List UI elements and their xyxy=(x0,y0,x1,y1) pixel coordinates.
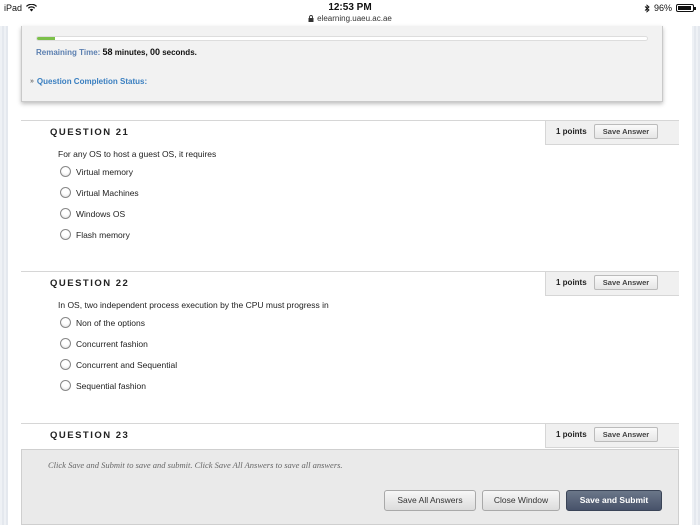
question-points: 1 points xyxy=(556,430,587,439)
question-block: QUESTION 21 1 points Save Answer For any… xyxy=(21,120,679,260)
answer-option[interactable]: Concurrent and Sequential xyxy=(60,359,177,370)
url-text: elearning.uaeu.ac.ae xyxy=(317,14,392,23)
time-progress-bar xyxy=(36,36,648,41)
save-answer-button[interactable]: Save Answer xyxy=(594,275,658,290)
save-answer-button[interactable]: Save Answer xyxy=(594,124,658,139)
radio-button[interactable] xyxy=(60,359,71,370)
radio-button[interactable] xyxy=(60,208,71,219)
option-label: Concurrent fashion xyxy=(76,338,148,349)
question-points: 1 points xyxy=(556,278,587,287)
save-and-submit-button[interactable]: Save and Submit xyxy=(566,490,662,511)
double-chevron-down-icon: » xyxy=(30,78,34,85)
question-points: 1 points xyxy=(556,127,587,136)
option-label: Windows OS xyxy=(76,208,126,219)
question-header: QUESTION 22 1 points Save Answer xyxy=(21,271,679,296)
question-title: QUESTION 22 xyxy=(50,278,130,289)
footer-instructions: Click Save and Submit to save and submit… xyxy=(48,460,343,470)
radio-button[interactable] xyxy=(60,380,71,391)
question-block: QUESTION 22 1 points Save Answer In OS, … xyxy=(21,271,679,411)
lock-icon xyxy=(308,15,314,22)
minutes-label: minutes, xyxy=(114,48,148,57)
save-all-answers-button[interactable]: Save All Answers xyxy=(384,490,476,511)
option-label: Flash memory xyxy=(76,229,130,240)
option-label: Virtual memory xyxy=(76,166,133,177)
time-progress-fill xyxy=(37,37,56,40)
question-header: QUESTION 23 1 points Save Answer xyxy=(21,423,679,448)
option-label: Virtual Machines xyxy=(76,187,139,198)
battery-percent: 96% xyxy=(653,3,672,13)
completion-status-toggle[interactable]: » Question Completion Status: xyxy=(30,77,147,86)
ios-status-bar: iPad 12:53 PM elearning.uaeu.ac.ae 96% xyxy=(0,0,700,26)
question-title: QUESTION 21 xyxy=(50,127,130,138)
question-text: In OS, two independent process execution… xyxy=(58,300,329,310)
status-right: 96% xyxy=(644,3,696,13)
points-box: 1 points Save Answer xyxy=(545,424,679,448)
completion-status-label: Question Completion Status: xyxy=(36,77,148,86)
answer-option[interactable]: Virtual Machines xyxy=(60,187,139,198)
option-label: Non of the options xyxy=(76,317,145,328)
radio-button[interactable] xyxy=(60,338,71,349)
radio-button[interactable] xyxy=(60,229,71,240)
answer-option[interactable]: Flash memory xyxy=(60,229,130,240)
seconds-label: seconds. xyxy=(162,48,197,57)
save-answer-button[interactable]: Save Answer xyxy=(594,427,658,442)
bluetooth-icon xyxy=(644,3,650,13)
battery-icon xyxy=(676,4,696,12)
points-box: 1 points Save Answer xyxy=(545,272,679,296)
remaining-time: Remaining Time: 58 minutes, 00 seconds. xyxy=(36,47,197,57)
clock: 12:53 PM xyxy=(328,2,372,13)
answer-option[interactable]: Sequential fashion xyxy=(60,380,146,391)
option-label: Sequential fashion xyxy=(76,380,146,391)
question-block: QUESTION 23 1 points Save Answer xyxy=(21,423,679,449)
question-header: QUESTION 21 1 points Save Answer xyxy=(21,120,679,145)
points-box: 1 points Save Answer xyxy=(545,121,679,145)
radio-button[interactable] xyxy=(60,166,71,177)
timer-panel: Remaining Time: 58 minutes, 00 seconds. … xyxy=(21,26,663,102)
close-window-button[interactable]: Close Window xyxy=(482,490,560,511)
radio-button[interactable] xyxy=(60,317,71,328)
question-title: QUESTION 23 xyxy=(50,430,130,441)
answer-option[interactable]: Virtual memory xyxy=(60,166,133,177)
remaining-time-label: Remaining Time: xyxy=(36,48,101,57)
answer-option[interactable]: Windows OS xyxy=(60,208,125,219)
remaining-minutes: 58 xyxy=(102,47,113,57)
submit-footer: Click Save and Submit to save and submit… xyxy=(21,449,679,525)
address-bar[interactable]: elearning.uaeu.ac.ae xyxy=(0,14,700,23)
option-label: Concurrent and Sequential xyxy=(76,359,178,370)
question-text: For any OS to host a guest OS, it requir… xyxy=(58,149,217,159)
answer-option[interactable]: Concurrent fashion xyxy=(60,338,148,349)
remaining-seconds: 00 xyxy=(149,47,160,57)
radio-button[interactable] xyxy=(60,187,71,198)
answer-option[interactable]: Non of the options xyxy=(60,317,145,328)
status-center: 12:53 PM elearning.uaeu.ac.ae xyxy=(0,2,700,23)
